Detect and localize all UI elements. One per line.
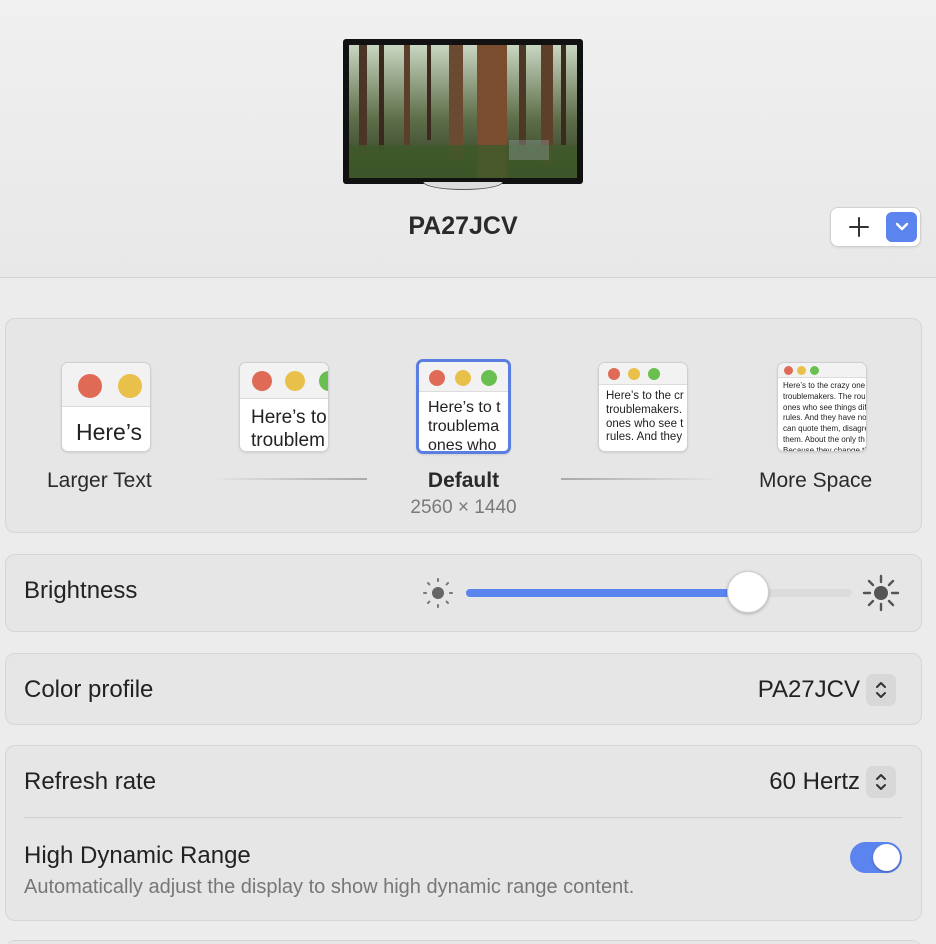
zoom-dot-icon <box>648 368 660 380</box>
minimize-dot-icon <box>628 368 640 380</box>
resolution-option-2[interactable]: Here’s to troublem <box>239 362 329 452</box>
hdr-label: High Dynamic Range <box>24 842 251 869</box>
resolution-option-more-space[interactable]: Here’s to the crazy one troublemakers. T… <box>777 362 867 452</box>
close-dot-icon <box>784 366 793 375</box>
preview-text: Here’s to the crazy one troublemakers. T… <box>783 381 867 452</box>
color-profile-value[interactable]: PA27JCV <box>660 676 860 704</box>
close-dot-icon <box>429 370 445 386</box>
display-header: PA27JCV <box>0 0 936 278</box>
hdr-description: Automatically adjust the display to show… <box>24 876 635 898</box>
minimize-dot-icon <box>797 366 806 375</box>
resolution-option-default[interactable]: Here’s to t troublema ones who <box>416 359 511 454</box>
refresh-rate-popup-button[interactable] <box>866 766 896 798</box>
sun-bright-icon <box>862 574 900 612</box>
scale-divider-right <box>561 478 719 480</box>
minimize-dot-icon <box>118 374 142 398</box>
minimize-dot-icon <box>285 371 305 391</box>
sun-dim-icon <box>423 578 453 608</box>
color-profile-popup-button[interactable] <box>866 674 896 706</box>
resolution-label-more-space: More Space <box>759 469 873 492</box>
chevron-up-down-icon <box>876 774 886 790</box>
plus-icon <box>849 217 869 237</box>
monitor-icon[interactable] <box>343 39 583 190</box>
refresh-rate-value[interactable]: 60 Hertz <box>660 768 860 796</box>
color-profile-label: Color profile <box>24 676 154 703</box>
resolution-option-larger-text[interactable]: Here’s <box>61 362 151 452</box>
resolution-panel: Here’s Larger Text Here’s to troublem He… <box>5 318 922 533</box>
brightness-slider-fill <box>466 589 748 597</box>
brightness-slider[interactable] <box>466 589 852 597</box>
resolution-option-4[interactable]: Here’s to the cr troublemakers. ones who… <box>598 362 688 452</box>
monitor-stand <box>423 182 503 190</box>
refresh-rate-label: Refresh rate <box>24 768 157 795</box>
close-dot-icon <box>608 368 620 380</box>
zoom-dot-icon <box>481 370 497 386</box>
zoom-dot-icon <box>810 366 819 375</box>
chevron-up-down-icon <box>876 682 886 698</box>
hdr-toggle-knob <box>873 844 900 871</box>
add-display-button[interactable] <box>831 208 887 246</box>
preview-text: Here’s to the cr troublemakers. ones who… <box>606 390 684 444</box>
preview-text: Here’s to troublem <box>251 407 327 451</box>
preview-text: Here’s to t troublema ones who <box>428 399 501 454</box>
next-panel-edge <box>5 940 922 944</box>
hdr-toggle[interactable] <box>850 842 902 873</box>
close-dot-icon <box>252 371 272 391</box>
minimize-dot-icon <box>455 370 471 386</box>
display-menu-button[interactable] <box>886 212 917 242</box>
resolution-size: 2560 × 1440 <box>410 497 517 518</box>
row-divider <box>24 817 902 818</box>
preview-text: Here’s <box>76 419 143 445</box>
brightness-label: Brightness <box>24 577 138 604</box>
wallpaper-preview <box>349 45 577 178</box>
brightness-slider-knob[interactable] <box>726 571 769 613</box>
chevron-down-icon <box>895 222 908 231</box>
display-name: PA27JCV <box>408 212 518 240</box>
display-actions <box>830 207 921 247</box>
close-dot-icon <box>78 374 102 398</box>
